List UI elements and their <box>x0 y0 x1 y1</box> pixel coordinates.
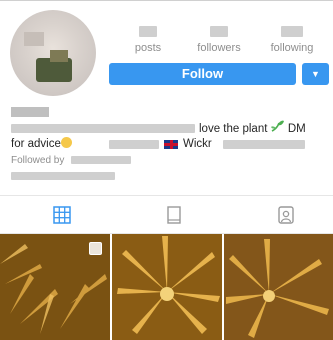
tab-feed[interactable] <box>164 205 184 225</box>
following-label: following <box>270 42 314 54</box>
followed-by-more-redacted[interactable] <box>11 172 115 180</box>
followed-by-label: Followed by <box>11 155 65 166</box>
posts-label: posts <box>134 42 162 54</box>
suggested-accounts-button[interactable]: ▼ <box>302 63 329 85</box>
followed-by-names-redacted[interactable] <box>71 156 131 164</box>
photo-grid <box>0 234 333 340</box>
grid-icon <box>53 206 71 224</box>
bio-line1-text: love the plant <box>199 123 268 135</box>
post-thumbnail[interactable] <box>112 234 222 340</box>
followers-label: followers <box>197 42 241 54</box>
bio-line2-text-a: for advice <box>11 138 61 150</box>
tagged-icon <box>278 206 294 224</box>
uk-flag-icon <box>164 140 178 149</box>
multiple-photos-icon <box>89 242 102 255</box>
tabs-top-divider <box>0 195 333 196</box>
bio-text-redacted <box>109 140 159 149</box>
posts-count-value-redacted <box>139 26 157 37</box>
follow-button[interactable]: Follow <box>109 63 296 85</box>
tab-grid[interactable] <box>52 205 72 225</box>
profile-avatar[interactable] <box>10 10 96 96</box>
following-count-value-redacted <box>281 26 303 37</box>
profile-name-redacted <box>11 107 49 117</box>
leaf-icon <box>270 120 285 136</box>
feed-icon <box>167 206 181 224</box>
post-thumbnail[interactable] <box>224 234 333 340</box>
following-count[interactable]: following <box>262 26 322 54</box>
smile-emoji-icon <box>60 137 72 148</box>
chevron-down-icon: ▼ <box>311 69 320 79</box>
top-divider <box>0 0 333 1</box>
followers-count[interactable]: followers <box>189 26 249 54</box>
profile-bio: love the plant DM for advice Wickr Follo… <box>11 104 329 184</box>
post-thumbnail[interactable] <box>0 234 110 340</box>
bio-text-redacted <box>11 124 195 133</box>
bio-line2-text-b: Wickr <box>183 138 212 150</box>
tab-tagged[interactable] <box>276 205 296 225</box>
bio-handle-redacted <box>223 140 305 149</box>
bio-line1-text-b: DM <box>287 123 306 135</box>
followers-count-value-redacted <box>210 26 228 37</box>
posts-count: posts <box>118 26 178 54</box>
